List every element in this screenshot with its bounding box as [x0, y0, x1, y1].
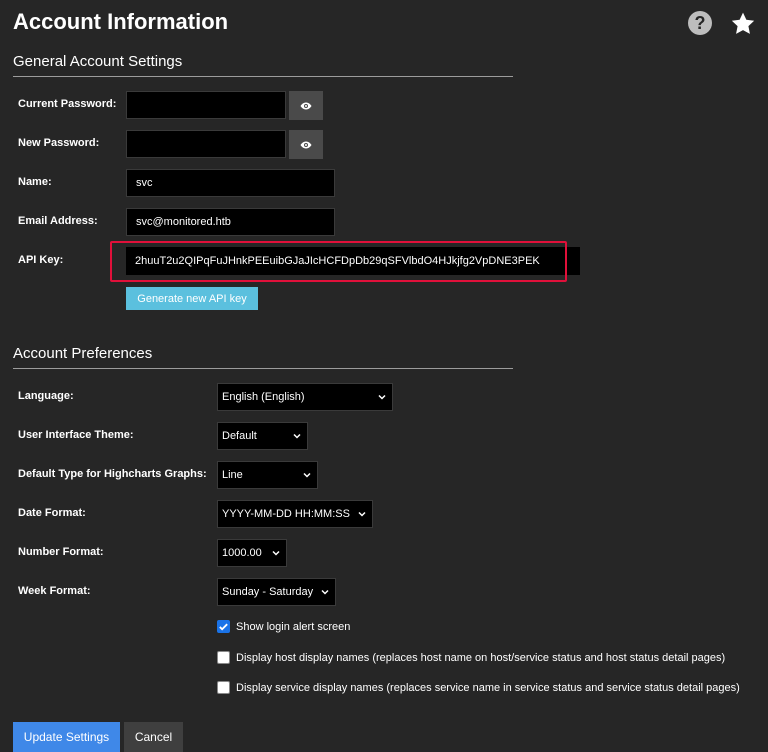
host-display-names-checkbox[interactable] — [217, 651, 230, 664]
host-display-names-label: Display host display names (replaces hos… — [236, 651, 726, 664]
language-select[interactable]: English (English) — [217, 383, 393, 411]
date-format-label: Date Format: — [18, 507, 86, 519]
language-label: Language: — [18, 390, 74, 402]
api-key-highlight — [110, 241, 567, 282]
week-format-value: Sunday - Saturday — [222, 586, 314, 598]
name-field[interactable] — [126, 169, 335, 197]
date-format-value: YYYY-MM-DD HH:MM:SS — [222, 508, 350, 520]
number-format-row: Number Format: — [18, 546, 104, 558]
theme-value: Default — [222, 430, 257, 442]
email-field[interactable] — [126, 208, 335, 236]
email-label: Email Address: — [18, 215, 98, 227]
theme-select[interactable]: Default — [217, 422, 308, 450]
update-settings-button[interactable]: Update Settings — [13, 722, 120, 752]
new-password-label: New Password: — [18, 137, 100, 149]
date-format-row: Date Format: — [18, 507, 86, 519]
name-row: Name: — [18, 176, 52, 188]
theme-row: User Interface Theme: — [18, 429, 134, 441]
show-login-alert-label: Show login alert screen — [236, 620, 351, 633]
host-display-names-option[interactable]: Display host display names (replaces hos… — [217, 651, 725, 664]
week-format-row: Week Format: — [18, 585, 91, 597]
theme-label: User Interface Theme: — [18, 429, 134, 441]
number-format-value: 1000.00 — [222, 547, 262, 559]
eye-icon — [300, 141, 312, 148]
service-display-names-option[interactable]: Display service display names (replaces … — [217, 681, 740, 694]
page-title: Account Information — [13, 9, 229, 34]
highcharts-value: Line — [222, 469, 243, 481]
star-icon[interactable] — [730, 11, 756, 37]
top-icons: ? — [688, 11, 756, 37]
number-format-label: Number Format: — [18, 546, 104, 558]
show-new-password-button[interactable] — [289, 130, 323, 159]
date-format-select[interactable]: YYYY-MM-DD HH:MM:SS — [217, 500, 373, 528]
chevron-down-icon — [272, 550, 280, 556]
number-format-select[interactable]: 1000.00 — [217, 539, 287, 567]
highcharts-label: Default Type for Highcharts Graphs: — [18, 468, 207, 480]
language-value: English (English) — [222, 391, 305, 403]
new-password-field[interactable] — [126, 130, 286, 158]
show-current-password-button[interactable] — [289, 91, 323, 120]
checkmark-icon — [219, 623, 228, 631]
week-format-label: Week Format: — [18, 585, 91, 597]
account-preferences-title: Account Preferences — [13, 345, 513, 369]
chevron-down-icon — [358, 511, 366, 517]
generate-api-key-button[interactable]: Generate new API key — [126, 287, 258, 310]
api-key-label: API Key: — [18, 254, 64, 266]
show-login-alert-option[interactable]: Show login alert screen — [217, 620, 350, 633]
show-login-alert-checkbox[interactable] — [217, 620, 230, 633]
current-password-row: Current Password: — [18, 98, 116, 110]
eye-icon — [300, 102, 312, 109]
cancel-button[interactable]: Cancel — [124, 722, 183, 752]
chevron-down-icon — [293, 433, 301, 439]
highcharts-row: Default Type for Highcharts Graphs: — [18, 468, 207, 480]
help-icon[interactable]: ? — [688, 11, 712, 35]
language-row: Language: — [18, 390, 74, 402]
email-row: Email Address: — [18, 215, 98, 227]
current-password-field[interactable] — [126, 91, 286, 119]
highcharts-type-select[interactable]: Line — [217, 461, 318, 489]
api-key-row: API Key: — [18, 254, 63, 266]
chevron-down-icon — [378, 394, 386, 400]
current-password-label: Current Password: — [18, 98, 117, 110]
chevron-down-icon — [321, 589, 329, 595]
new-password-row: New Password: — [18, 137, 99, 149]
general-settings-title: General Account Settings — [13, 53, 513, 77]
name-label: Name: — [18, 176, 52, 188]
service-display-names-checkbox[interactable] — [217, 681, 230, 694]
week-format-select[interactable]: Sunday - Saturday — [217, 578, 336, 606]
chevron-down-icon — [303, 472, 311, 478]
service-display-names-label: Display service display names (replaces … — [236, 681, 740, 694]
